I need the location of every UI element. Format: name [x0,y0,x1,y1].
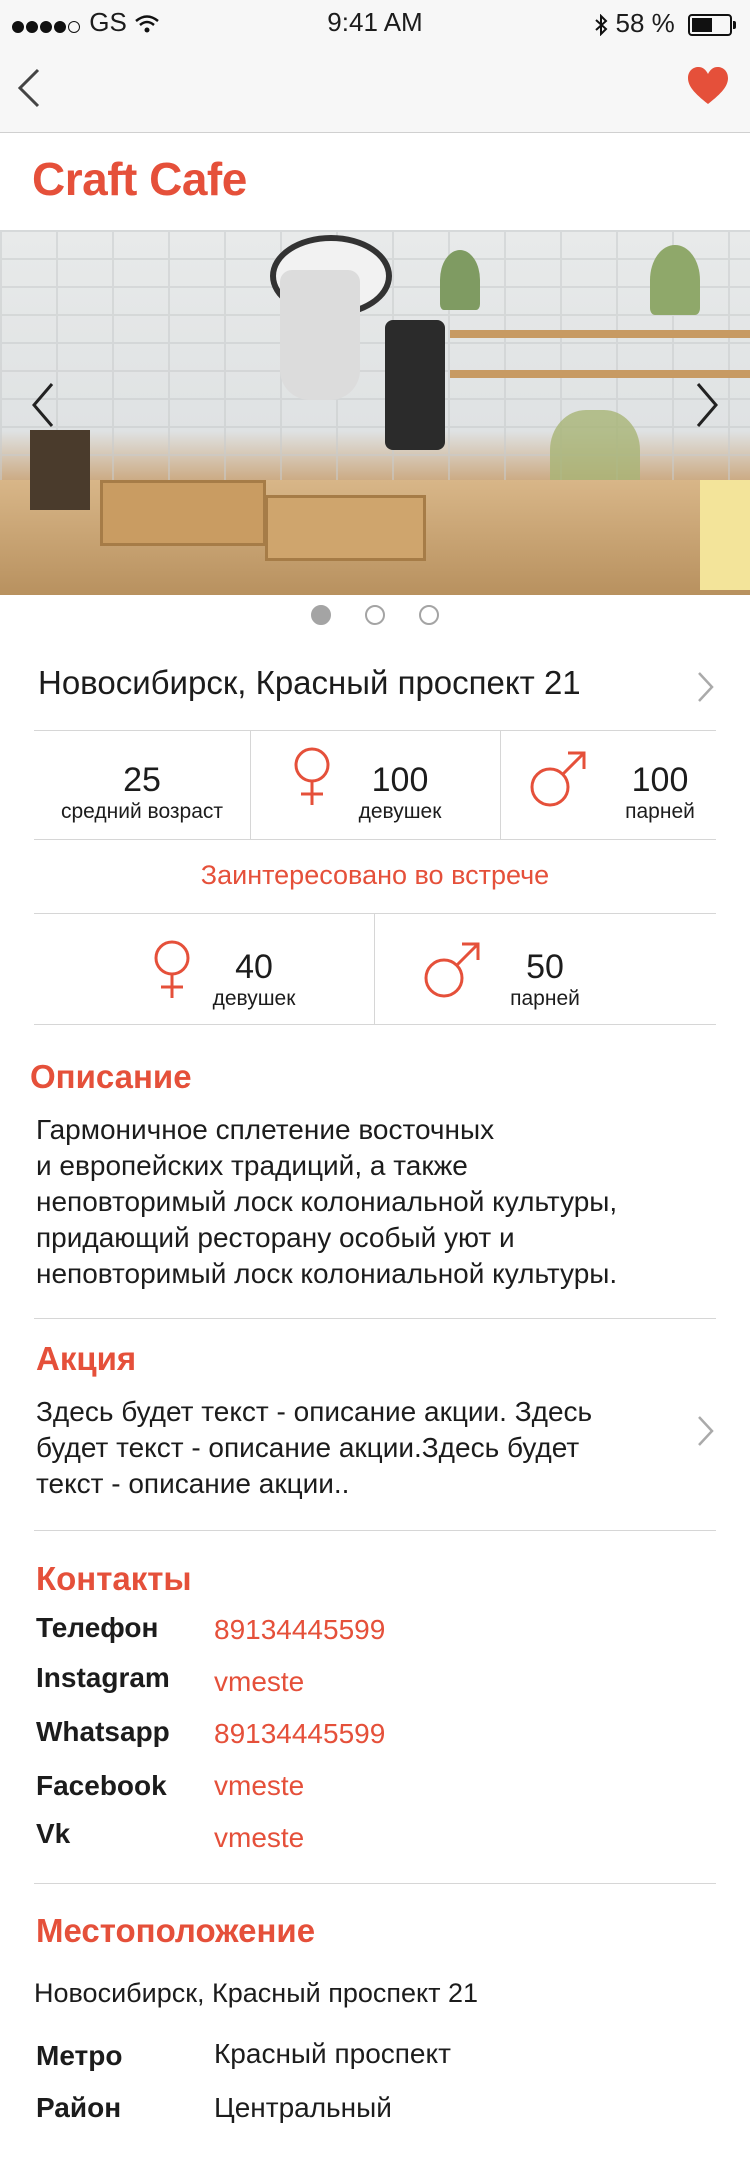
divider [500,731,501,839]
male-icon [424,942,480,998]
divider [34,1024,716,1025]
description-line: Гармоничное сплетение восточных [36,1114,495,1145]
contacts-title: Контакты [36,1560,192,1597]
female-icon [154,940,190,998]
male-icon [530,751,586,807]
coffee-grinder [280,270,360,400]
stats-row: 25 средний возраст 100 девушек 100 парне… [34,731,716,839]
promo-text: Здесь будет текст - описание акции. Здес… [36,1394,676,1502]
promo-line: текст - описание акции.. [36,1468,350,1499]
description-text: Гармоничное сплетение восточных и европе… [36,1112,726,1292]
address-row[interactable]: Новосибирск, Красный проспект 21 [34,660,716,730]
contact-value-phone[interactable]: 89134445599 [214,1614,385,1646]
description-line: и европейских традиций, а также [36,1150,468,1181]
interested-guys-value: 50 [526,948,564,986]
promo-title: Акция [36,1340,137,1377]
interested-title: Заинтересовано во встрече [200,860,550,890]
address-text: Новосибирск, Красный проспект 21 [38,664,581,701]
wooden-crate [265,495,426,561]
plant [440,250,480,310]
back-chevron-icon[interactable] [14,68,50,108]
cutlery-holder [30,430,90,510]
contact-label-vk: Vk [36,1818,71,1849]
age-value: 25 [123,761,161,799]
location-address: Новосибирск, Красный проспект 21 [34,1978,478,2008]
contact-value-vk[interactable]: vmeste [214,1822,304,1854]
stat-age: 25 средний возраст [34,761,250,824]
female-icon [294,747,330,805]
contact-value-facebook[interactable]: vmeste [214,1770,304,1802]
interested-girls-label: девушек [212,987,296,1010]
bluetooth-icon [595,13,608,37]
contact-value-instagram[interactable]: vmeste [214,1666,304,1698]
promo-line: Здесь будет текст - описание акции. Здес… [36,1396,593,1427]
wooden-crate [100,480,266,546]
metro-label: Метро [36,2040,123,2071]
chevron-right-icon [698,1416,714,1446]
contact-label-instagram: Instagram [36,1662,170,1693]
venue-photo[interactable] [0,230,750,595]
chevron-right-icon [698,672,714,702]
plant [650,245,700,315]
status-bar: GS 9:41 AM 58 % [0,0,750,40]
girls-label: девушек [358,800,442,823]
battery-icon [688,14,736,37]
gallery-pager [0,605,750,630]
gallery-next-icon[interactable] [692,380,722,430]
girls-value: 100 [371,761,429,799]
stat-girls: 100 девушек [340,761,460,824]
district-label: Район [36,2092,122,2123]
interested-guys-label: парней [510,987,580,1010]
promo-line: будет текст - описание акции.Здесь будет [36,1432,580,1463]
pager-dot[interactable] [419,605,440,625]
description-line: неповторимый лоск колониальной культуры. [36,1258,618,1289]
shelf [450,370,750,378]
location-title: Местоположение [36,1912,316,1949]
contact-label-facebook: Facebook [36,1770,167,1801]
interested-row: 40 девушек 50 парней [34,914,716,1024]
interested-girls: 40 девушек [204,948,304,1011]
metro-value: Красный проспект [214,2038,451,2069]
district-value: Центральный [214,2092,392,2123]
favorite-heart-icon[interactable] [686,66,730,106]
coffee-machine [385,320,445,450]
divider [250,731,251,839]
pager-dot[interactable] [365,605,385,625]
battery-percent: 58 % [615,8,675,38]
battery-status: 58 % [594,8,736,39]
divider [374,914,375,1024]
contact-label-whatsapp: Whatsapp [36,1716,170,1747]
divider [34,1530,716,1531]
promo-row[interactable]: Здесь будет текст - описание акции. Здес… [36,1394,716,1504]
guys-value: 100 [631,761,689,799]
interested-girls-value: 40 [235,948,273,986]
description-title: Описание [30,1058,192,1095]
shelf [450,330,750,338]
age-label: средний возраст [60,800,223,823]
gallery-prev-icon[interactable] [28,380,58,430]
divider [34,839,716,840]
venue-title: Craft Cafe [32,153,247,205]
guys-label: парней [625,800,695,823]
divider [34,1318,716,1319]
stat-guys: 100 парней [604,761,716,824]
description-line: придающий ресторану особый уют и [36,1222,515,1253]
description-line: неповторимый лоск колониальной культуры, [36,1186,618,1217]
pager-dot[interactable] [310,605,331,625]
contact-label-phone: Телефон [36,1612,159,1643]
nav-bar [0,40,750,133]
yellow-panel [700,480,750,590]
contact-value-whatsapp[interactable]: 89134445599 [214,1718,385,1750]
interested-guys: 50 парней [500,948,590,1011]
divider [34,1883,716,1884]
